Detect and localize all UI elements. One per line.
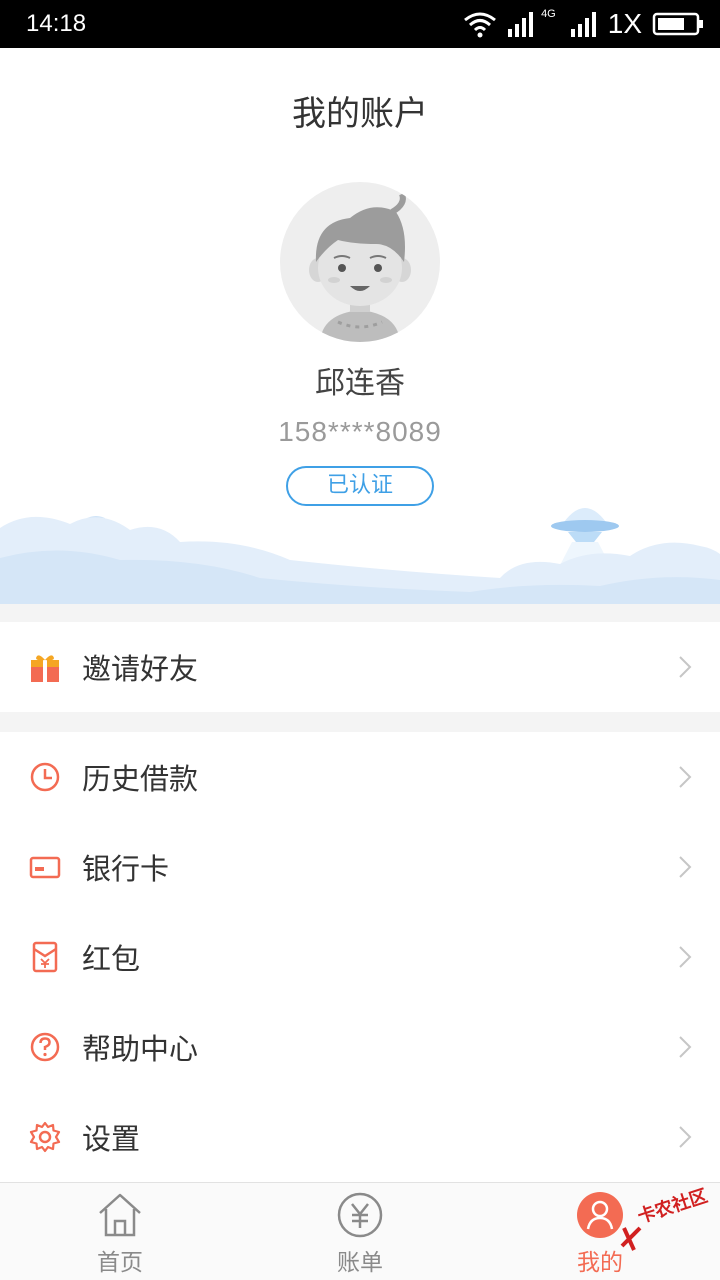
menu-item-red-envelope[interactable]: 红包 (0, 912, 720, 1002)
bill-yuan-icon (337, 1192, 383, 1238)
avatar-illustration-icon (309, 192, 411, 342)
clock-icon (30, 762, 60, 792)
network-type: 4G (541, 8, 556, 20)
menu-item-help-center[interactable]: 帮助中心 (0, 1002, 720, 1092)
watermark-logo-icon (620, 1226, 642, 1251)
help-icon (30, 1032, 60, 1062)
chevron-right-icon (679, 856, 692, 878)
bottom-tab-bar: 首页 账单 我的 (0, 1182, 720, 1280)
menu-label-bank-card: 银行卡 (82, 852, 170, 886)
menu-item-invite[interactable]: 邀请好友 (0, 622, 720, 712)
signal-icon (508, 12, 534, 37)
battery-icon (652, 12, 703, 36)
chevron-right-icon (679, 946, 692, 968)
settings-gear-icon (29, 1121, 61, 1153)
menu-label-red-envelope: 红包 (82, 942, 141, 976)
menu-label-help-center: 帮助中心 (82, 1032, 199, 1066)
status-bar: 14:18 4G 1X (0, 0, 720, 48)
home-icon (99, 1193, 141, 1237)
main-menu-group: 历史借款 银行卡 红包 帮助中心 设置 (0, 732, 720, 1182)
page-title: 我的账户 (292, 94, 428, 134)
avatar[interactable] (280, 182, 440, 342)
tab-label-home: 首页 (97, 1250, 143, 1276)
tab-label-bill: 账单 (337, 1250, 383, 1276)
user-name: 邱连香 (315, 366, 405, 401)
invite-group: 邀请好友 (0, 622, 720, 712)
menu-label-loan-history: 历史借款 (82, 762, 199, 796)
status-icons: 4G 1X (463, 8, 704, 40)
watermark: 卡农社区 (614, 1186, 720, 1260)
chevron-right-icon (679, 1036, 692, 1058)
user-phone: 158****8089 (278, 416, 442, 447)
signal-icon-2 (570, 12, 596, 37)
status-time: 14:18 (26, 10, 87, 37)
menu-item-bank-card[interactable]: 银行卡 (0, 822, 720, 912)
bank-card-icon (29, 856, 61, 879)
page-header: 我的账户 (0, 48, 720, 168)
menu-label-settings: 设置 (82, 1122, 141, 1156)
chevron-right-icon (679, 1126, 692, 1148)
tab-home[interactable]: 首页 (0, 1183, 240, 1280)
menu-item-settings[interactable]: 设置 (0, 1092, 720, 1182)
gift-icon (31, 655, 59, 682)
menu-item-loan-history[interactable]: 历史借款 (0, 732, 720, 822)
profile-card: 邱连香 158****8089 已认证 (0, 168, 720, 604)
chevron-right-icon (679, 766, 692, 788)
menu-label-invite: 邀请好友 (82, 652, 199, 686)
chevron-right-icon (679, 656, 692, 678)
carrier-label: 1X (607, 8, 642, 39)
wifi-icon (464, 12, 496, 38)
tab-bill[interactable]: 账单 (240, 1183, 480, 1280)
clouds-decoration (0, 508, 720, 604)
red-envelope-icon (32, 941, 58, 973)
